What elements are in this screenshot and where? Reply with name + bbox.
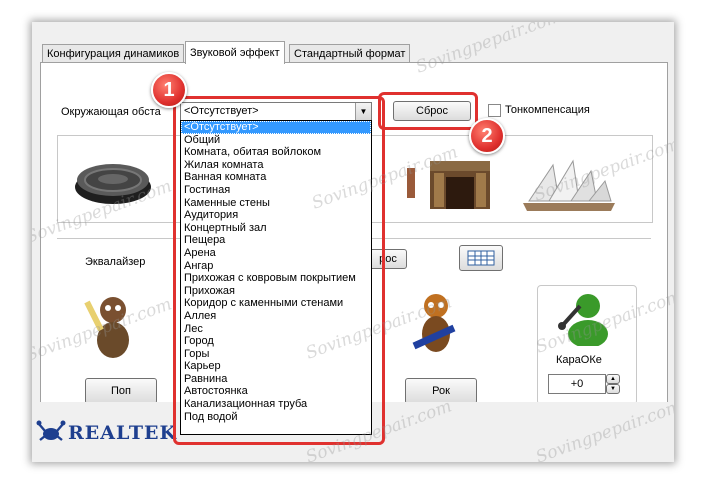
realtek-window: Конфигурация динамиков Звуковой эффект С… <box>32 22 674 462</box>
karaoke-up-button[interactable]: ▲ <box>606 374 620 384</box>
environment-label: Окружающая обста <box>61 106 161 118</box>
loudness-label: Тонкомпенсация <box>505 104 590 116</box>
realtek-crab-icon <box>36 420 66 441</box>
badge-1: 1 <box>151 72 187 108</box>
badge-2: 2 <box>469 118 505 154</box>
equalizer-grid-icon <box>467 250 495 266</box>
highlight-box-dropdown <box>173 96 385 445</box>
tab-standard-format[interactable]: Стандартный формат <box>289 44 411 63</box>
highlight-box-reset <box>378 92 478 130</box>
tab-sound-effect[interactable]: Звуковой эффект <box>185 41 285 64</box>
karaoke-label: КараОКе <box>556 354 602 366</box>
tab-speaker-config[interactable]: Конфигурация динамиков <box>42 44 185 63</box>
pop-button[interactable]: Поп <box>85 378 157 404</box>
karaoke-value-input[interactable]: +0 <box>548 374 606 394</box>
karaoke-down-button[interactable]: ▼ <box>606 384 620 394</box>
realtek-logo-text: REALTEK <box>68 422 177 444</box>
equalizer-label: Эквалайзер <box>85 256 146 268</box>
loudness-checkbox[interactable] <box>488 104 501 117</box>
equalizer-grid-button[interactable] <box>459 245 503 271</box>
